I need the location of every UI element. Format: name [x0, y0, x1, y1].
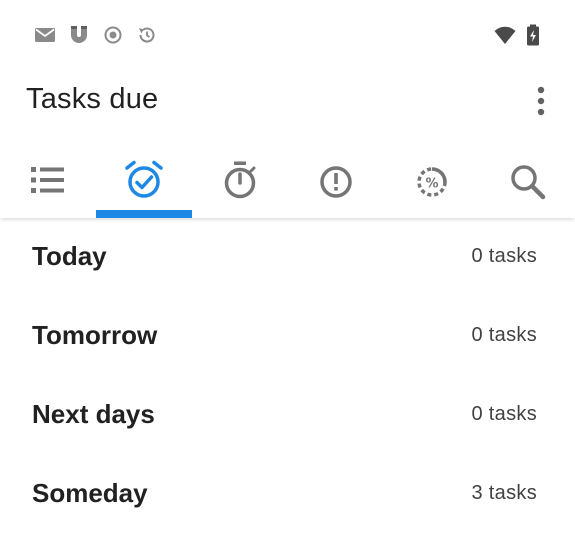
screen: Tasks due % Today 0 tasks Tomorrow 0 tas…: [0, 0, 575, 541]
progress-percent-icon: %: [417, 167, 447, 197]
group-label: Next days: [32, 399, 155, 429]
more-vert-icon: [537, 86, 545, 116]
group-label: Someday: [32, 478, 148, 508]
tab-priority[interactable]: [288, 146, 384, 218]
tab-search[interactable]: [480, 146, 575, 218]
svg-text:%: %: [425, 177, 438, 192]
group-label: Tomorrow: [32, 320, 158, 350]
priority-icon: [320, 166, 352, 198]
tab-bar: %: [0, 146, 575, 218]
wifi-icon: [493, 23, 517, 47]
list-icon: [31, 167, 64, 193]
app-bar: Tasks due: [0, 66, 575, 136]
battery-charging-icon: [521, 23, 545, 47]
tab-timer[interactable]: [192, 146, 288, 218]
task-group-list: Today 0 tasks Tomorrow 0 tasks Next days…: [0, 219, 575, 535]
sync-icon: [135, 23, 159, 47]
group-tomorrow[interactable]: Tomorrow 0 tasks: [0, 298, 575, 377]
mail-icon: [33, 23, 57, 47]
more-options-button[interactable]: [519, 81, 563, 121]
search-icon: [511, 165, 546, 200]
group-count: 0 tasks: [471, 403, 537, 425]
group-today[interactable]: Today 0 tasks: [0, 219, 575, 298]
group-count: 0 tasks: [471, 245, 537, 267]
record-icon: [101, 23, 125, 47]
selected-tab-indicator: [96, 210, 192, 218]
group-count: 0 tasks: [471, 324, 537, 346]
alarm-check-icon: [125, 160, 163, 198]
page-title: Tasks due: [26, 83, 159, 115]
tab-all-tasks[interactable]: [0, 146, 96, 218]
group-count: 3 tasks: [471, 482, 537, 504]
tab-progress[interactable]: %: [384, 146, 480, 218]
group-label: Today: [32, 241, 107, 271]
magnet-icon: [67, 23, 91, 47]
status-bar: [0, 0, 575, 66]
tab-tasks-due[interactable]: [96, 146, 192, 218]
group-someday[interactable]: Someday 3 tasks: [0, 456, 575, 535]
group-next-days[interactable]: Next days 0 tasks: [0, 377, 575, 456]
timer-icon: [224, 161, 256, 199]
